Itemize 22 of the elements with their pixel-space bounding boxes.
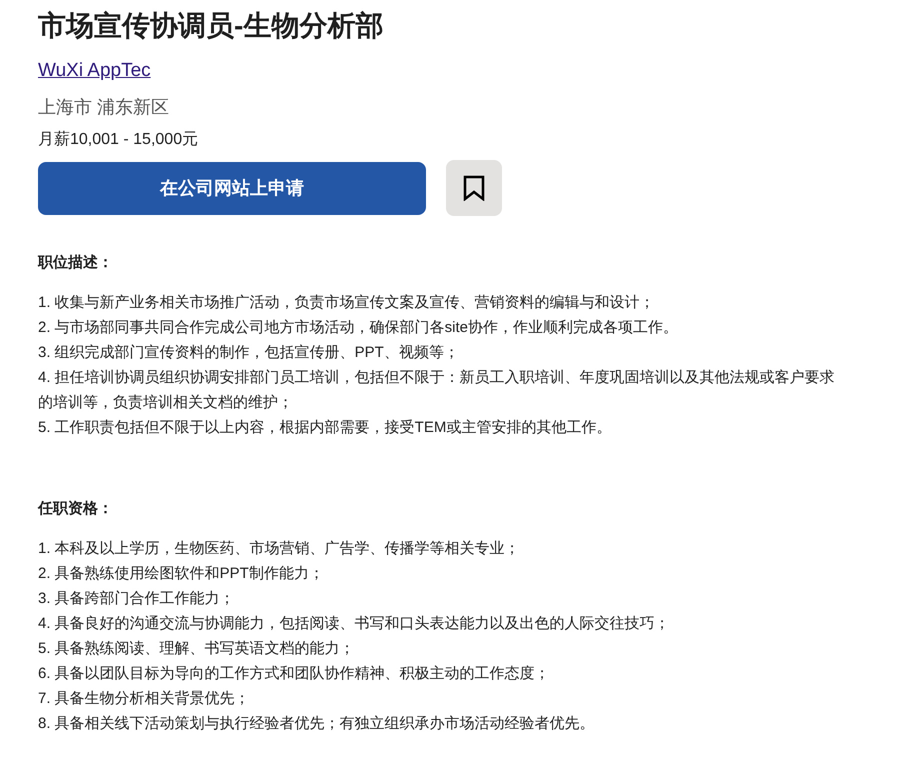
list-item: 7. 具备生物分析相关背景优先； [38,689,251,709]
location: 上海市 浦东新区 [38,96,170,119]
list-item: 4. 具备良好的沟通交流与协调能力，包括阅读、书写和口头表达能力以及出色的人际交往技巧； [38,614,671,634]
list-item: 3. 组织完成部门宣传资料的制作，包括宣传册、PPT、视频等； [38,343,460,363]
list-item: 1. 收集与新产业务相关市场推广活动，负责市场宣传文案及宣传、营销资料的编辑与和设计； [38,293,656,313]
apply-button[interactable]: 在公司网站上申请 [38,162,426,214]
bookmark-icon [463,175,485,201]
list-item: 6. 具备以团队目标为导向的工作方式和团队协作精神、积极主动的工作态度； [38,664,551,684]
section-heading: 任职资格： [38,499,114,519]
list-item: 3. 具备跨部门合作工作能力； [38,589,236,609]
list-item: 8. 具备相关线下活动策划与执行经验者优先；有独立组织承办市场活动经验者优先。 [38,714,596,734]
list-item: 5. 具备熟练阅读、理解、书写英语文档的能力； [38,639,356,659]
list-item: 2. 具备熟练使用绘图软件和PPT制作能力； [38,564,325,584]
salary: 月薪10,001 - 15,000元 [38,130,200,150]
section-heading: 职位描述： [38,253,114,273]
job-title: 市场宣传协调员-生物分析部 [38,9,384,43]
save-button[interactable] [446,160,502,216]
list-item: 5. 工作职责包括但不限于以上内容，根据内部需要，接受TEM或主管安排的其他工作。 [38,418,612,438]
list-item: 1. 本科及以上学历，生物医药、市场营销、广告学、传播学等相关专业； [38,539,521,559]
list-item: 2. 与市场部同事共同合作完成公司地方市场活动，确保部门各site协作，作业顺利完成各项工作。 [38,318,680,338]
list-item: 4. 担任培训协调员组织协调安排部门员工培训，包括但不限于：新员工入职培训、年度巩固培训以及其他法规或客户要求的培训等，负责培训相关文档的维护； [38,368,836,413]
company-link[interactable]: WuXi AppTec [38,56,151,86]
